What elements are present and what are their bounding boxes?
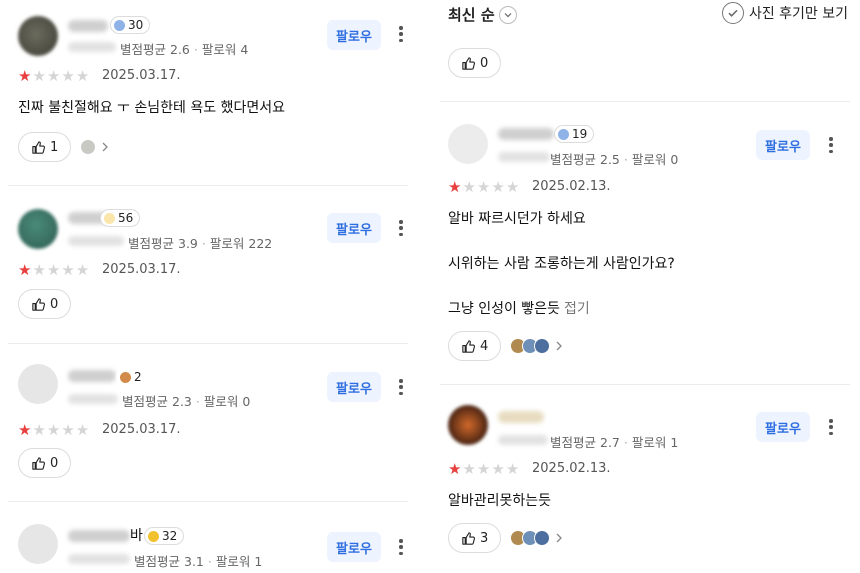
username-blurred[interactable]	[498, 128, 554, 140]
review-item: 56 별점평균 3.9 · 팔로워 222 팔로우 ★ ★ ★ ★ ★ 2025.03.17…	[0, 186, 415, 342]
follow-button[interactable]: 팔로우	[327, 532, 381, 562]
level-badge: 2	[116, 368, 149, 386]
user-info-blurred	[498, 435, 548, 445]
review-date: 2025.02.13.	[532, 179, 611, 194]
like-button[interactable]: 1	[18, 132, 72, 162]
like-button[interactable]: 4	[448, 331, 502, 361]
chevron-right-icon	[556, 533, 562, 543]
level-icon	[120, 371, 131, 383]
review-text: 알바관리못하는듯	[448, 493, 552, 509]
chevron-right-icon	[556, 341, 562, 351]
avatar[interactable]	[448, 124, 488, 164]
user-info-blurred	[68, 554, 130, 564]
username-blurred[interactable]	[68, 20, 108, 32]
avatar[interactable]	[18, 364, 58, 404]
sort-dropdown[interactable]: 최신 순	[448, 4, 517, 25]
level-icon	[114, 19, 125, 31]
like-button[interactable]: 0	[448, 48, 502, 78]
like-button[interactable]: 0	[18, 289, 72, 319]
star-rating: ★ ★ ★ ★ ★	[448, 178, 520, 196]
review-item: 별점평균 2.7 · 팔로워 1 팔로우 ★ ★ ★ ★ ★ 2025.02.13. 알바관…	[430, 385, 860, 573]
sort-label: 최신 순	[448, 6, 495, 24]
user-stats: 별점평균 2.5 · 팔로워 0	[550, 152, 679, 167]
thumbs-up-icon	[32, 456, 46, 470]
username-blurred[interactable]	[68, 370, 116, 382]
fold-link[interactable]: 접기	[564, 301, 590, 317]
avatar[interactable]	[18, 209, 58, 249]
review-item: 2 별점평균 2.3 · 팔로워 0 팔로우 ★ ★ ★ ★ ★ 2025.03.17. 0	[0, 344, 415, 500]
user-stats: 별점평균 3.9 · 팔로워 222	[128, 236, 273, 251]
review-item: 19 별점평균 2.5 · 팔로워 0 팔로우 ★ ★ ★ ★ ★ 2025.02.13. …	[430, 102, 860, 385]
like-button[interactable]: 3	[448, 523, 502, 553]
more-options-icon[interactable]	[825, 135, 837, 155]
level-icon	[558, 128, 569, 140]
left-review-column: 30 별점평균 2.6 · 팔로워 4 팔로우 ★ ★ ★ ★ ★ 2025.03.17. …	[0, 0, 415, 573]
follow-button[interactable]: 팔로우	[327, 20, 381, 50]
reactor-avatar	[534, 530, 550, 546]
more-options-icon[interactable]	[395, 537, 407, 557]
thumbs-up-icon	[32, 297, 46, 311]
reactors-list[interactable]	[510, 335, 566, 357]
username-blurred[interactable]	[498, 411, 544, 423]
reactors-list[interactable]	[510, 527, 566, 549]
user-stats: 별점평균 3.1 · 팔로워 1	[134, 554, 263, 569]
thumbs-up-icon	[462, 56, 476, 70]
star-rating: ★ ★ ★ ★ ★	[18, 67, 90, 85]
more-options-icon[interactable]	[395, 377, 407, 397]
user-info-blurred	[68, 42, 116, 52]
reactors-list[interactable]	[80, 136, 112, 158]
username-blurred[interactable]	[68, 530, 130, 542]
user-stats: 별점평균 2.6 · 팔로워 4	[120, 42, 249, 57]
user-stats: 별점평균 2.3 · 팔로워 0	[122, 394, 251, 409]
follow-button[interactable]: 팔로우	[756, 130, 810, 160]
thumbs-up-icon	[462, 339, 476, 353]
thumbs-up-icon	[462, 531, 476, 545]
reactor-avatar	[534, 338, 550, 354]
more-options-icon[interactable]	[395, 218, 407, 238]
photo-review-filter-label: 사진 후기만 보기	[748, 6, 848, 22]
review-date: 2025.02.13.	[532, 461, 611, 476]
photo-review-filter[interactable]: 사진 후기만 보기	[721, 2, 848, 24]
review-date: 2025.03.17.	[102, 422, 181, 437]
user-info-blurred	[68, 394, 118, 404]
follow-button[interactable]: 팔로우	[756, 412, 810, 442]
review-date: 2025.03.17.	[102, 262, 181, 277]
level-badge: 32	[144, 527, 185, 545]
avatar[interactable]	[18, 524, 58, 564]
thumbs-up-icon	[32, 140, 46, 154]
level-badge: 30	[110, 16, 151, 34]
user-info-blurred	[498, 152, 550, 162]
follow-button[interactable]: 팔로우	[327, 372, 381, 402]
star-rating: ★ ★ ★ ★ ★	[18, 261, 90, 279]
more-options-icon[interactable]	[825, 417, 837, 437]
level-badge: 19	[554, 125, 595, 143]
level-icon	[148, 530, 159, 542]
star-rating: ★ ★ ★ ★ ★	[18, 421, 90, 439]
level-icon	[104, 212, 115, 224]
review-text-line: 시위하는 사람 조롱하는게 사람인가요?	[448, 256, 675, 272]
follow-button[interactable]: 팔로우	[327, 213, 381, 243]
reactor-avatar	[80, 139, 96, 155]
more-options-icon[interactable]	[395, 24, 407, 44]
username-suffix: 바	[130, 528, 143, 544]
avatar[interactable]	[18, 16, 58, 56]
check-circle-icon	[721, 2, 744, 24]
right-review-column: 최신 순 사진 후기만 보기 0 19 별점평균 2.5 · 팔로워 0 팔로우 ★…	[430, 0, 860, 573]
review-text: 진짜 불친절해요 ㅜ 손님한테 욕도 했다면서요	[18, 100, 285, 116]
level-badge: 56	[100, 209, 141, 227]
review-text-line: 그냥 인성이 빻은듯 접기	[448, 301, 590, 317]
like-button[interactable]: 0	[18, 448, 72, 478]
avatar[interactable]	[448, 405, 488, 445]
review-date: 2025.03.17.	[102, 68, 181, 83]
review-text-line: 알바 짜르시던가 하세요	[448, 211, 586, 227]
star-rating: ★ ★ ★ ★ ★	[448, 460, 520, 478]
user-info-blurred	[68, 236, 124, 246]
chevron-right-icon	[102, 142, 108, 152]
review-item: 바 32 별점평균 3.1 · 팔로워 1 팔로우	[0, 502, 415, 573]
review-item: 30 별점평균 2.6 · 팔로워 4 팔로우 ★ ★ ★ ★ ★ 2025.03.17. …	[0, 0, 415, 185]
chevron-down-icon	[498, 5, 517, 24]
user-stats: 별점평균 2.7 · 팔로워 1	[550, 435, 679, 450]
